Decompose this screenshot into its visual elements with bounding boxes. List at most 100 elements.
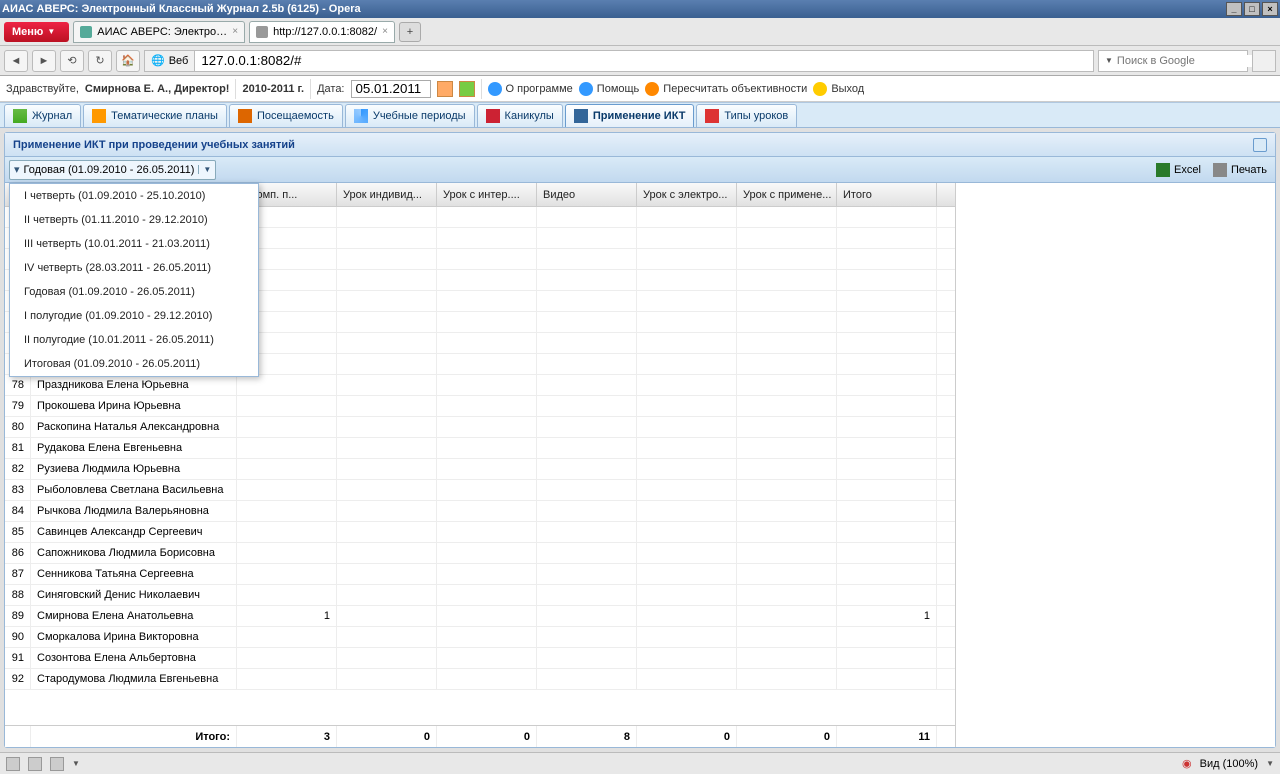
period-option[interactable]: I четверть (01.09.2010 - 25.10.2010) [10,184,258,208]
table-row[interactable]: 90Сморкалова Ирина Викторовна [5,627,955,648]
new-tab-button[interactable]: + [399,22,421,42]
tab-thematic-plans[interactable]: Тематические планы [83,104,227,127]
period-option[interactable]: II четверть (01.11.2010 - 29.12.2010) [10,208,258,232]
zoom-label[interactable]: Вид (100%) [1200,758,1258,770]
reload-button[interactable]: ↻ [88,50,112,72]
date-input[interactable] [351,80,431,98]
chevron-down-icon[interactable]: ▼ [198,165,211,174]
browser-tab[interactable]: http://127.0.0.1:8082/ × [249,21,395,43]
close-tab-icon[interactable]: × [382,26,388,37]
back-button[interactable]: ◄ [4,50,28,72]
table-row[interactable]: 79Прокошева Ирина Юрьевна [5,396,955,417]
close-button[interactable]: × [1262,2,1278,16]
table-row[interactable]: 80Раскопина Наталья Александровна [5,417,955,438]
cell [337,669,437,689]
types-icon [705,109,719,123]
cell [637,606,737,626]
table-row[interactable]: 87Сенникова Татьяна Сергеевна [5,564,955,585]
table-row[interactable]: 85Савинцев Александр Сергеевич [5,522,955,543]
panel-refresh-button[interactable] [1253,138,1267,152]
link-icon[interactable] [50,757,64,771]
row-number: 83 [5,480,31,500]
row-name: Сапожникова Людмила Борисовна [31,543,237,563]
help-icon [579,82,593,96]
period-option[interactable]: IV четверть (28.03.2011 - 26.05.2011) [10,256,258,280]
period-option[interactable]: III четверть (10.01.2011 - 21.03.2011) [10,232,258,256]
tab-label: http://127.0.0.1:8082/ [273,26,377,38]
cell [437,627,537,647]
about-button[interactable]: О программе [488,82,573,96]
opera-menu-label: Меню [12,26,43,38]
row-number: 87 [5,564,31,584]
row-name: Смирнова Елена Анатольевна [31,606,237,626]
minimize-button[interactable]: _ [1226,2,1242,16]
chevron-down-icon[interactable]: ▼ [1266,759,1274,768]
attendance-icon [238,109,252,123]
search-input[interactable] [1113,55,1263,67]
tab-attendance[interactable]: Посещаемость [229,104,343,127]
print-button[interactable]: Печать [1209,160,1271,180]
tab-ikt[interactable]: Применение ИКТ [565,104,695,127]
table-row[interactable]: 89Смирнова Елена Анатольевна11 [5,606,955,627]
table-row[interactable]: 81Рудакова Елена Евгеньевна [5,438,955,459]
table-row[interactable]: 91Созонтова Елена Альбертовна [5,648,955,669]
cell [737,522,837,542]
footer-v2: 3 [237,726,337,747]
calendar-icon[interactable] [437,81,453,97]
recalc-button[interactable]: Пересчитать объективности [645,82,807,96]
row-number: 84 [5,501,31,521]
table-row[interactable]: 84Рычкова Людмила Валерьяновна [5,501,955,522]
tab-journal[interactable]: Журнал [4,104,81,127]
table-row[interactable]: 86Сапожникова Людмила Борисовна [5,543,955,564]
period-option[interactable]: II полугодие (10.01.2011 - 26.05.2011) [10,328,258,352]
col-video[interactable]: Видео [537,183,637,206]
table-row[interactable]: 78Праздникова Елена Юрьевна [5,375,955,396]
period-option[interactable]: I полугодие (01.09.2010 - 29.12.2010) [10,304,258,328]
cell [337,564,437,584]
row-name: Рудакова Елена Евгеньевна [31,438,237,458]
home-button[interactable]: 🏠 [116,50,140,72]
tab-periods[interactable]: Учебные периоды [345,104,475,127]
turbo-icon[interactable]: ◉ [1182,757,1192,770]
col-individual[interactable]: Урок индивид... [337,183,437,206]
col-interactive[interactable]: Урок с интер.... [437,183,537,206]
close-tab-icon[interactable]: × [232,26,238,37]
sync-icon[interactable] [28,757,42,771]
rewind-button[interactable]: ⟲ [60,50,84,72]
exit-button[interactable]: Выход [813,82,864,96]
browser-tab[interactable]: АИАС АВЕРС: Электрон... × [73,21,245,43]
search-box[interactable]: ▼ [1098,50,1248,72]
tab-holidays[interactable]: Каникулы [477,104,563,127]
school-year: 2010-2011 г. [242,83,304,95]
period-filter-button[interactable]: ▾ Годовая (01.09.2010 - 26.05.2011) ▼ [9,160,216,180]
app-toolbar: Здравствуйте, Смирнова Е. А., Директор! … [0,76,1280,102]
chevron-down-icon[interactable]: ▼ [72,759,80,768]
col-applied[interactable]: Урок с примене... [737,183,837,206]
help-button[interactable]: Помощь [579,82,640,96]
table-row[interactable]: 82Рузиева Людмила Юрьевна [5,459,955,480]
user-name: Смирнова Е. А., Директор! [85,83,230,95]
excel-button[interactable]: Excel [1152,160,1205,180]
period-option[interactable]: Итоговая (01.09.2010 - 26.05.2011) [10,352,258,376]
table-row[interactable]: 83Рыболовлева Светлана Васильевна [5,480,955,501]
forward-button[interactable]: ► [32,50,56,72]
table-row[interactable]: 92Стародумова Людмила Евгеньевна [5,669,955,690]
cell [837,627,937,647]
period-option[interactable]: Годовая (01.09.2010 - 26.05.2011) [10,280,258,304]
row-number: 85 [5,522,31,542]
address-input[interactable] [194,50,1094,72]
favicon-icon [80,26,92,38]
apply-date-icon[interactable] [459,81,475,97]
tab-lesson-types[interactable]: Типы уроков [696,104,797,127]
cell [637,459,737,479]
panel-toggle-icon[interactable] [6,757,20,771]
cell [237,648,337,668]
cell [337,501,437,521]
opera-menu-button[interactable]: Меню ▼ [4,22,69,42]
search-button[interactable] [1252,50,1276,72]
maximize-button[interactable]: □ [1244,2,1260,16]
col-total[interactable]: Итого [837,183,937,206]
table-row[interactable]: 88Синяговский Денис Николаевич [5,585,955,606]
chevron-down-icon[interactable]: ▼ [1105,56,1113,65]
col-electro[interactable]: Урок с электро... [637,183,737,206]
